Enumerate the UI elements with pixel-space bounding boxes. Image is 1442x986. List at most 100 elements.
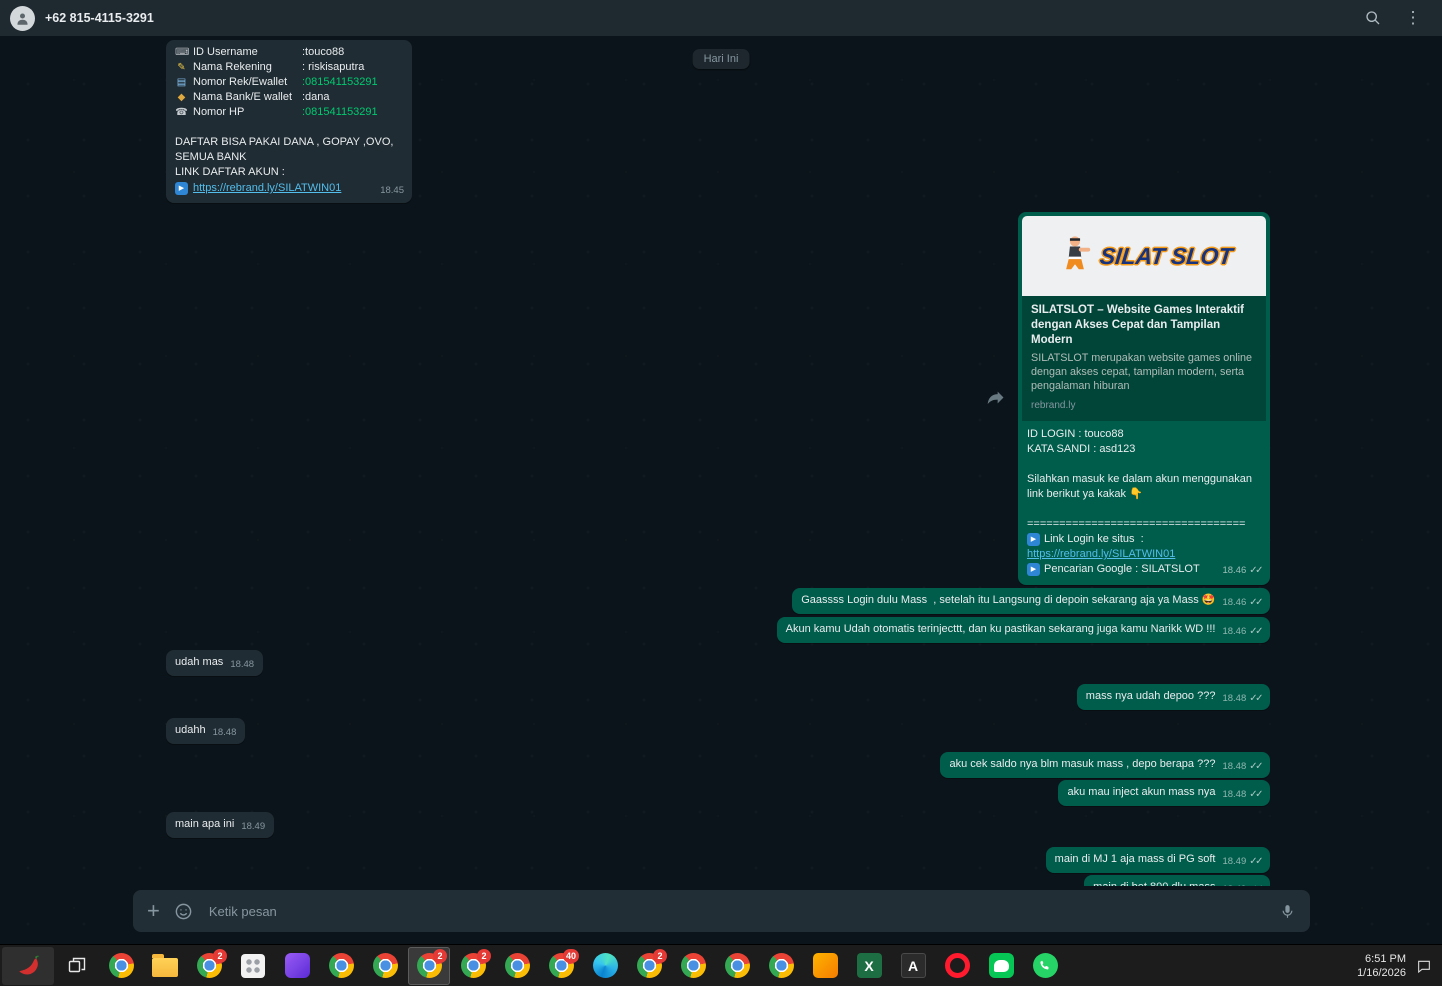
line-icon [988, 953, 1014, 978]
message-row: Gaassss Login dulu Mass , setelah itu La… [166, 588, 1270, 614]
delivered-ticks-icon: ✓✓ [1249, 693, 1263, 704]
message-text: Gaassss Login dulu Mass , setelah itu La… [801, 594, 1216, 606]
chrome-icon [680, 953, 706, 978]
taskbar-letter-app[interactable]: A [892, 947, 934, 985]
message-time: 18.49 [1222, 882, 1246, 886]
preview-description: SILATSLOT merupakan website games online… [1031, 352, 1253, 392]
taskbar-chrome[interactable]: 2 [188, 947, 230, 985]
preview-domain: rebrand.ly [1031, 400, 1076, 411]
phone-icon: ☎ [175, 107, 188, 118]
delivered-ticks-icon: ✓✓ [1249, 597, 1263, 608]
taskbar-excel[interactable]: X [848, 947, 890, 985]
taskbar-orange-app[interactable] [804, 947, 846, 985]
tray-time: 6:51 PM [1365, 952, 1406, 965]
account-field: ▤ Nomor Rek/Ewallet :081541153291 [175, 75, 403, 90]
composer: + [0, 886, 1442, 944]
badge: 2 [477, 948, 491, 963]
taskbar-chrome[interactable] [100, 947, 142, 985]
mic-icon[interactable] [1279, 903, 1296, 920]
incoming-message[interactable]: main apa ini 18.49 [166, 812, 275, 838]
account-field: ☎ Nomor HP :081541153291 [175, 105, 403, 120]
message-time: 18.48 [1222, 789, 1247, 800]
incoming-message[interactable]: udahh 18.48 [166, 718, 246, 744]
incoming-message[interactable]: udah mas 18.48 [166, 650, 264, 676]
taskbar-chrome[interactable]: 2 [628, 947, 670, 985]
preview-title: SILATSLOT – Website Games Interaktif den… [1031, 304, 1245, 346]
start-button[interactable] [2, 946, 54, 985]
emoji-icon[interactable] [174, 902, 193, 921]
outgoing-message[interactable]: main di bet 800 dlu mass 18.49✓✓ [1084, 875, 1270, 886]
password-line: KATA SANDI : asd123 [1027, 443, 1136, 455]
attach-plus-icon[interactable]: + [147, 900, 160, 922]
link-preview-image[interactable]: SILAT SLOT [1022, 216, 1266, 296]
outgoing-message[interactable]: aku mau inject akun mass nya 18.48 ✓✓ [1058, 780, 1270, 806]
taskbar-line[interactable] [980, 947, 1022, 985]
date-divider: Hari Ini [692, 49, 750, 69]
taskbar-white-app[interactable] [232, 947, 274, 985]
message-row: aku cek saldo nya blm masuk mass , depo … [166, 752, 1270, 778]
taskbar-file-explorer[interactable] [144, 947, 186, 985]
taskbar-chrome[interactable]: 40 [540, 947, 582, 985]
instruction-line: Silahkan masuk ke dalam akun menggunakan… [1027, 473, 1256, 500]
forward-icon[interactable] [986, 387, 1006, 410]
taskbar-purple-app[interactable] [276, 947, 318, 985]
register-link[interactable]: https://rebrand.ly/SILATWIN01 [193, 181, 341, 196]
contact-name[interactable]: +62 815-4115-3291 [45, 11, 154, 25]
link-preview[interactable]: SILATSLOT – Website Games Interaktif den… [1022, 296, 1266, 421]
field-label: Nama Rekening [193, 61, 272, 73]
message-time: 18.48 [1222, 761, 1247, 772]
chat-header: +62 815-4115-3291 ⋮ [0, 0, 1442, 36]
field-value: :081541153291 [302, 106, 378, 118]
keyboard-icon: ⌨ [175, 47, 190, 58]
chrome-icon [328, 953, 354, 978]
message-row: main di MJ 1 aja mass di PG soft 18.49 ✓✓ [166, 847, 1270, 873]
message-row: mass nya udah depoo ??? 18.48 ✓✓ [166, 684, 1270, 710]
taskbar-edge[interactable] [584, 947, 626, 985]
menu-icon[interactable]: ⋮ [1398, 3, 1428, 33]
outgoing-message-link-card[interactable]: SILAT SLOT SILATSLOT – Website Games Int… [987, 212, 1270, 585]
message-text: udah mas [175, 656, 224, 668]
message-text: main di MJ 1 aja mass di PG soft [1054, 853, 1216, 865]
taskbar-chrome[interactable] [760, 947, 802, 985]
chrome-icon [768, 953, 794, 978]
notification-icon[interactable] [1416, 958, 1432, 974]
taskbar-chrome[interactable]: 2 [452, 947, 494, 985]
message-time: 18.46 [1222, 626, 1247, 637]
tray-clock[interactable]: 6:51 PM 1/16/2026 [1357, 952, 1406, 980]
login-link[interactable]: https://rebrand.ly/SILATWIN01 [1027, 547, 1175, 562]
contact-avatar[interactable] [10, 5, 35, 31]
purple-app-icon [284, 953, 310, 978]
outgoing-message[interactable]: main di MJ 1 aja mass di PG soft 18.49 ✓✓ [1045, 847, 1270, 873]
search-icon[interactable] [1358, 3, 1388, 33]
taskbar-opera[interactable] [936, 947, 978, 985]
message-time: 18.46 [1222, 597, 1247, 608]
field-value: :081541153291 [302, 76, 378, 88]
outgoing-message[interactable]: Akun kamu Udah otomatis terinjecttt, dan… [776, 617, 1270, 643]
orange-app-icon [812, 953, 838, 978]
taskbar-whatsapp[interactable] [1024, 947, 1066, 985]
whatsapp-icon [1032, 953, 1058, 978]
outgoing-message[interactable]: Gaassss Login dulu Mass , setelah itu La… [792, 588, 1270, 614]
message-row: SILAT SLOT SILATSLOT – Website Games Int… [166, 212, 1270, 585]
outgoing-message[interactable]: mass nya udah depoo ??? 18.48 ✓✓ [1076, 684, 1270, 710]
badge: 2 [433, 948, 447, 963]
letter-a-icon: A [900, 953, 926, 978]
message-time: 18.46 ✓✓ [1222, 563, 1263, 578]
message-row: udah mas 18.48 [166, 650, 1270, 676]
message-list: ⌨ ID Username :touco88 ✎ Nama Rekening :… [0, 36, 1442, 886]
card-icon: ▤ [176, 77, 187, 88]
link-line: ▶ https://rebrand.ly/SILATWIN01 [175, 181, 403, 196]
taskbar-chrome[interactable] [496, 947, 538, 985]
task-view-button[interactable] [56, 947, 98, 985]
taskbar-chrome[interactable] [716, 947, 758, 985]
field-label: ID Username [193, 46, 258, 58]
taskbar-chrome[interactable] [364, 947, 406, 985]
outgoing-message[interactable]: aku cek saldo nya blm masuk mass , depo … [940, 752, 1270, 778]
incoming-message-account-info[interactable]: ⌨ ID Username :touco88 ✎ Nama Rekening :… [166, 40, 412, 203]
field-value: :touco88 [302, 46, 345, 58]
taskbar-chrome[interactable] [672, 947, 714, 985]
message-input[interactable] [206, 902, 1265, 920]
taskbar-chrome-active[interactable]: 2 [408, 946, 450, 985]
delivered-ticks-icon: ✓✓ [1249, 789, 1263, 800]
taskbar-chrome[interactable] [320, 947, 362, 985]
